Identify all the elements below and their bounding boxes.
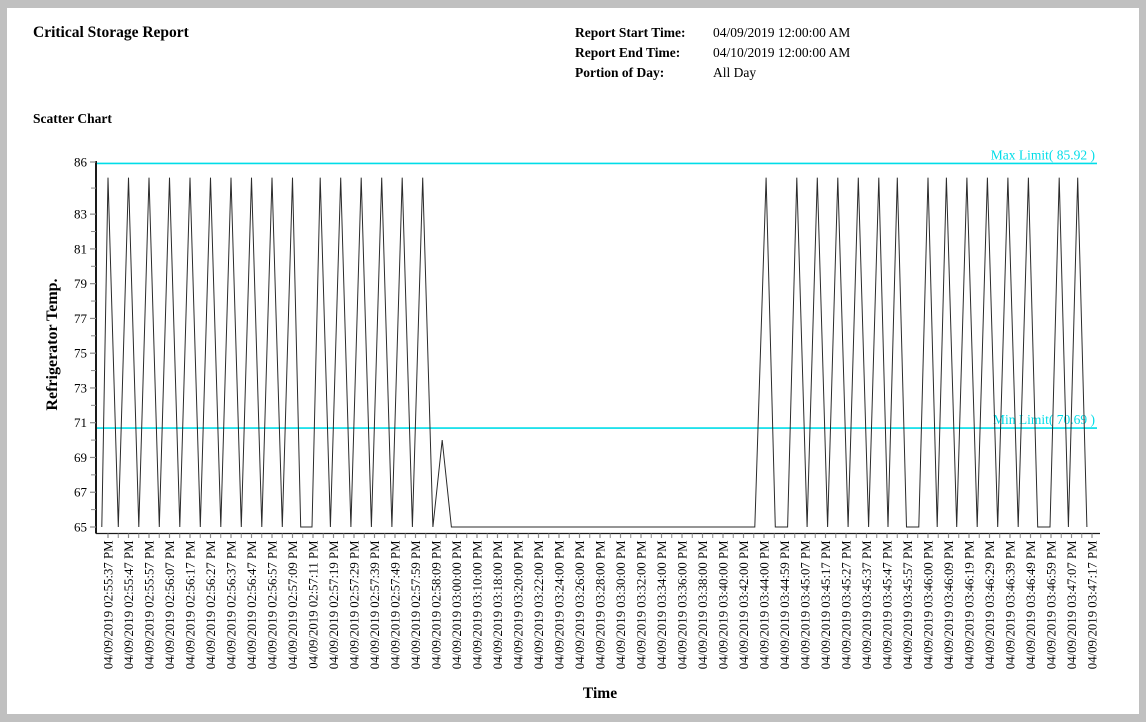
- y-axis-title: Refrigerator Temp.: [44, 278, 61, 410]
- x-tick-label: 04/09/2019 02:57:59 PM: [409, 541, 423, 670]
- x-tick-label: 04/09/2019 02:56:17 PM: [184, 541, 198, 670]
- x-tick-label: 04/09/2019 02:57:29 PM: [348, 541, 362, 670]
- x-tick-label: 04/09/2019 03:47:07 PM: [1065, 541, 1079, 670]
- x-tick-label: 04/09/2019 02:57:09 PM: [286, 541, 300, 670]
- x-tick-label: 04/09/2019 03:22:00 PM: [532, 541, 546, 670]
- report-page: { "page": { "title": "Critical Storage R…: [0, 0, 1146, 722]
- x-axis-title: Time: [583, 685, 617, 702]
- min-limit-label: Min Limit( 70.69 ): [993, 412, 1095, 427]
- x-tick-label: 04/09/2019 03:46:00 PM: [922, 541, 936, 670]
- x-tick-label: 04/09/2019 02:55:37 PM: [102, 541, 116, 670]
- x-tick-label: 04/09/2019 02:56:47 PM: [245, 541, 259, 670]
- x-tick-label: 04/09/2019 03:26:00 PM: [573, 541, 587, 670]
- y-tick-label: 83: [74, 207, 87, 222]
- x-tick-label: 04/09/2019 03:34:00 PM: [655, 541, 669, 670]
- x-tick-label: 04/09/2019 02:57:11 PM: [307, 541, 321, 669]
- x-tick-label: 04/09/2019 03:46:59 PM: [1045, 541, 1059, 670]
- x-tick-label: 04/09/2019 03:10:00 PM: [471, 541, 485, 670]
- x-tick-label: 04/09/2019 02:56:57 PM: [266, 541, 280, 670]
- x-tick-label: 04/09/2019 03:45:17 PM: [819, 541, 833, 670]
- x-tick-label: 04/09/2019 02:58:09 PM: [430, 541, 444, 670]
- y-tick-label: 75: [74, 346, 87, 361]
- x-tick-label: 04/09/2019 02:56:27 PM: [204, 541, 218, 670]
- x-tick-label: 04/09/2019 03:45:27 PM: [840, 541, 854, 670]
- x-tick-label: 04/09/2019 03:28:00 PM: [594, 541, 608, 670]
- x-tick-label: 04/09/2019 03:20:00 PM: [512, 541, 526, 670]
- x-tick-label: 04/09/2019 03:46:29 PM: [983, 541, 997, 670]
- x-tick-label: 04/09/2019 03:24:00 PM: [553, 541, 567, 670]
- x-tick-label: 04/09/2019 03:46:39 PM: [1004, 541, 1018, 670]
- x-tick-label: 04/09/2019 03:40:00 PM: [717, 541, 731, 670]
- x-tick-label: 04/09/2019 02:55:47 PM: [122, 541, 136, 670]
- x-tick-label: 04/09/2019 03:45:47 PM: [881, 541, 895, 670]
- x-tick-label: 04/09/2019 02:55:57 PM: [143, 541, 157, 670]
- y-tick-label: 86: [74, 155, 88, 170]
- y-tick-label: 69: [74, 450, 87, 465]
- x-tick-label: 04/09/2019 03:00:00 PM: [450, 541, 464, 670]
- x-tick-label: 04/09/2019 02:56:37 PM: [225, 541, 239, 670]
- y-tick-label: 71: [74, 415, 87, 430]
- y-tick-label: 79: [74, 276, 87, 291]
- y-tick-label: 77: [74, 311, 88, 326]
- x-tick-label: 04/09/2019 02:57:39 PM: [368, 541, 382, 670]
- x-tick-label: 04/09/2019 03:45:37 PM: [860, 541, 874, 670]
- x-tick-label: 04/09/2019 03:44:59 PM: [778, 541, 792, 670]
- max-limit-label: Max Limit( 85.92 ): [991, 147, 1095, 162]
- y-tick-label: 67: [74, 485, 88, 500]
- x-tick-label: 04/09/2019 03:47:17 PM: [1086, 541, 1100, 670]
- x-tick-label: 04/09/2019 02:57:19 PM: [327, 541, 341, 670]
- x-tick-label: 04/09/2019 03:18:00 PM: [491, 541, 505, 670]
- x-tick-label: 04/09/2019 03:32:00 PM: [635, 541, 649, 670]
- temperature-series-line: [102, 178, 1087, 527]
- scatter-chart: Max Limit( 85.92 ) Min Limit( 70.69 ) 86 83…: [7, 8, 1139, 714]
- x-tick-label: 04/09/2019 03:38:00 PM: [696, 541, 710, 670]
- x-tick-label: 04/09/2019 03:36:00 PM: [676, 541, 690, 670]
- y-tick-label: 65: [74, 520, 87, 535]
- x-tick-label: 04/09/2019 03:44:00 PM: [758, 541, 772, 670]
- report-sheet: Critical Storage Report Report Start Tim…: [7, 8, 1139, 714]
- y-tick-label: 73: [74, 380, 87, 395]
- x-tick-label: 04/09/2019 03:46:49 PM: [1024, 541, 1038, 670]
- y-tick-label: 81: [74, 241, 87, 256]
- x-tick-label: 04/09/2019 02:56:07 PM: [163, 541, 177, 670]
- x-tick-label: 04/09/2019 03:46:09 PM: [942, 541, 956, 670]
- x-tick-label: 04/09/2019 03:45:07 PM: [799, 541, 813, 670]
- x-tick-label: 04/09/2019 03:42:00 PM: [737, 541, 751, 670]
- x-tick-label: 04/09/2019 03:30:00 PM: [614, 541, 628, 670]
- x-tick-label: 04/09/2019 03:45:57 PM: [901, 541, 915, 670]
- x-tick-label: 04/09/2019 02:57:49 PM: [389, 541, 403, 670]
- x-tick-label: 04/09/2019 03:46:19 PM: [963, 541, 977, 670]
